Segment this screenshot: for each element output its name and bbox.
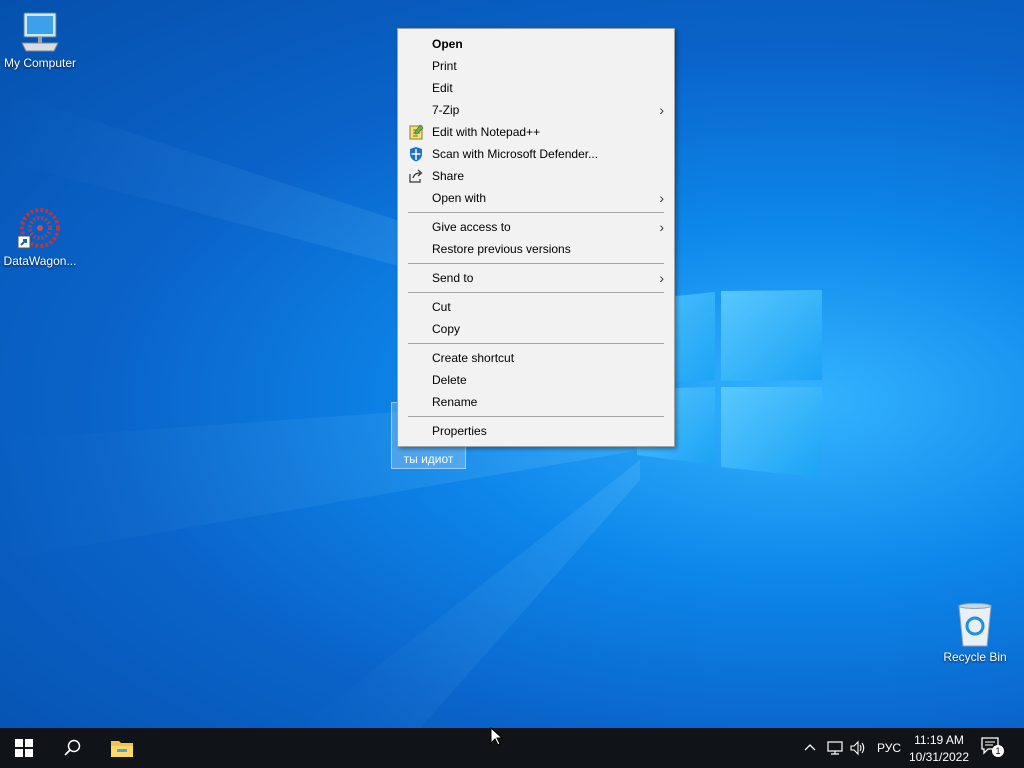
menu-separator (408, 292, 664, 293)
menu-item-label: Open (432, 37, 463, 51)
menu-item-send-to[interactable]: Send to › (398, 267, 674, 289)
chevron-right-icon: › (659, 102, 664, 118)
share-icon (409, 169, 423, 183)
menu-item-label: Rename (432, 395, 478, 409)
volume-icon[interactable] (849, 740, 867, 756)
menu-item-restore-previous-versions[interactable]: Restore previous versions (398, 238, 674, 260)
computer-icon (21, 12, 59, 52)
menu-item-edit-notepadpp[interactable]: Edit with Notepad++ (398, 121, 674, 143)
desktop-icon-recycle-bin[interactable]: Recycle Bin (935, 602, 1015, 664)
search-icon (64, 739, 81, 756)
menu-item-label: Create shortcut (432, 351, 515, 365)
menu-item-give-access[interactable]: Give access to › (398, 216, 674, 238)
clock[interactable]: 11:19 AM 10/31/2022 (904, 730, 974, 766)
chevron-right-icon: › (659, 190, 664, 206)
menu-item-delete[interactable]: Delete (398, 369, 674, 391)
desktop-icon-label: Recycle Bin (943, 650, 1007, 664)
menu-item-label: Print (432, 59, 457, 73)
desktop-icon-label: My Computer (3, 56, 77, 70)
menu-item-label: Share (432, 169, 465, 183)
desktop-icon-my-computer[interactable]: My Computer (0, 10, 80, 70)
chevron-up-icon[interactable] (804, 742, 816, 754)
notepad-plus-plus-icon (409, 124, 424, 140)
menu-item-edit[interactable]: Edit (398, 77, 674, 99)
menu-item-label: Properties (432, 424, 487, 438)
taskbar: РУС 11:19 AM 10/31/2022 1 (0, 728, 1024, 768)
language-indicator[interactable]: РУС (877, 741, 901, 755)
notification-count-badge: 1 (992, 745, 1004, 757)
menu-separator (408, 416, 664, 417)
menu-item-label: Give access to (432, 220, 511, 234)
chevron-right-icon: › (659, 219, 664, 235)
menu-item-label: Edit (432, 81, 453, 95)
chevron-right-icon: › (659, 270, 664, 286)
windows-start-icon (15, 739, 33, 757)
menu-item-label: Scan with Microsoft Defender... (432, 147, 599, 161)
menu-item-copy[interactable]: Copy (398, 318, 674, 340)
network-icon[interactable] (826, 740, 844, 756)
desktop-icon-label: DataWagon... (3, 254, 77, 268)
menu-item-label: Copy (432, 322, 461, 336)
menu-item-label: Open with (432, 191, 487, 205)
menu-item-label: Send to (432, 271, 474, 285)
clock-time: 11:19 AM (914, 733, 964, 747)
menu-item-open[interactable]: Open (398, 33, 674, 55)
menu-item-7zip[interactable]: 7-Zip › (398, 99, 674, 121)
menu-item-label: Cut (432, 300, 451, 314)
datawagon-shortcut-icon (17, 208, 60, 249)
menu-separator (408, 343, 664, 344)
menu-item-label: Restore previous versions (432, 242, 571, 256)
start-button[interactable] (0, 728, 48, 768)
menu-item-properties[interactable]: Properties (398, 420, 674, 442)
menu-item-create-shortcut[interactable]: Create shortcut (398, 347, 674, 369)
menu-item-label: Edit with Notepad++ (432, 125, 541, 139)
search-button[interactable] (48, 728, 96, 768)
recycle-bin-icon (958, 603, 992, 647)
menu-item-rename[interactable]: Rename (398, 391, 674, 413)
menu-item-open-with[interactable]: Open with › (398, 187, 674, 209)
menu-item-print[interactable]: Print (398, 55, 674, 77)
defender-shield-icon (410, 147, 422, 162)
menu-separator (408, 212, 664, 213)
mouse-cursor-icon (490, 727, 504, 746)
file-explorer-button[interactable] (98, 728, 146, 768)
action-center-button[interactable]: 1 (980, 736, 1006, 760)
desktop[interactable]: My Computer DataWagon... Recycle Bin ты … (0, 0, 1024, 728)
menu-item-scan-defender[interactable]: Scan with Microsoft Defender... (398, 143, 674, 165)
file-explorer-icon (111, 741, 133, 757)
clock-date: 10/31/2022 (908, 750, 970, 764)
menu-item-label: Delete (432, 373, 467, 387)
menu-item-share[interactable]: Share (398, 165, 674, 187)
menu-item-label: 7-Zip (432, 103, 460, 117)
desktop-icon-datawagon[interactable]: DataWagon... (0, 206, 80, 268)
menu-item-cut[interactable]: Cut (398, 296, 674, 318)
selected-file-label: ты идиот (403, 452, 454, 466)
context-menu: Open Print Edit 7-Zip › Edit with Notepad… (397, 28, 675, 447)
menu-separator (408, 263, 664, 264)
